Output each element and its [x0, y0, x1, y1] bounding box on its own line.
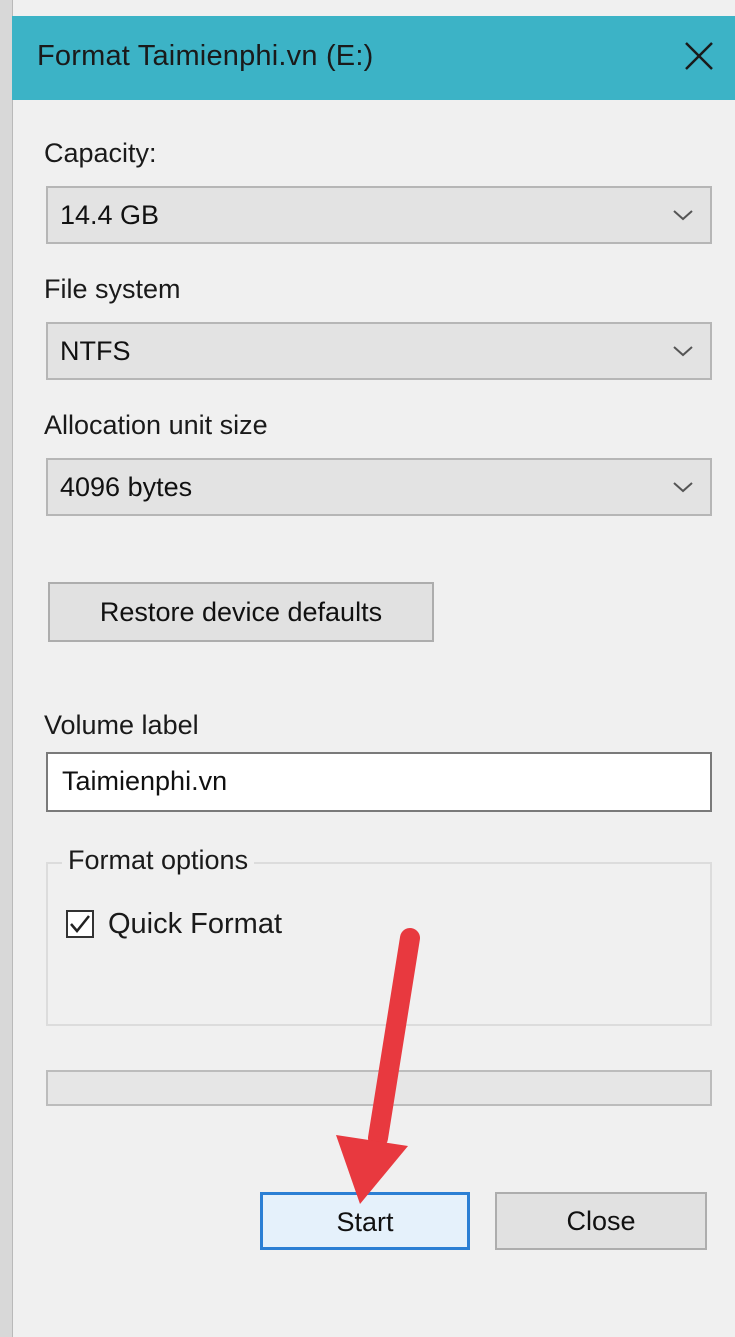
- start-button[interactable]: Start: [260, 1192, 470, 1250]
- file-system-dropdown[interactable]: NTFS: [46, 322, 712, 380]
- quick-format-checkbox[interactable]: [66, 910, 94, 938]
- capacity-label: Capacity:: [44, 138, 157, 168]
- chevron-down-icon: [673, 482, 693, 493]
- chevron-down-icon: [673, 210, 693, 221]
- checkmark-icon: [70, 915, 90, 933]
- format-options-group: Format options Quick Format: [46, 845, 712, 1026]
- close-icon[interactable]: [681, 38, 717, 74]
- format-options-legend: Format options: [62, 845, 255, 876]
- format-dialog: Format Taimienphi.vn (E:) Capacity: 14.4…: [0, 0, 735, 1337]
- volume-label-label: Volume label: [44, 710, 199, 740]
- chevron-down-icon: [673, 346, 693, 357]
- file-system-value: NTFS: [60, 336, 131, 366]
- close-button[interactable]: Close: [495, 1192, 707, 1250]
- capacity-value: 14.4 GB: [60, 200, 160, 230]
- allocation-value: 4096 bytes: [60, 472, 193, 502]
- allocation-label: Allocation unit size: [44, 410, 268, 440]
- allocation-dropdown[interactable]: 4096 bytes: [46, 458, 712, 516]
- window-frame: [0, 0, 13, 1337]
- volume-label-value: Taimienphi.vn: [62, 766, 228, 796]
- quick-format-label[interactable]: Quick Format: [108, 908, 282, 941]
- dialog-title: Format Taimienphi.vn (E:): [37, 40, 374, 72]
- capacity-dropdown[interactable]: 14.4 GB: [46, 186, 712, 244]
- title-bar: Format Taimienphi.vn (E:): [12, 16, 735, 100]
- file-system-label: File system: [44, 274, 181, 304]
- volume-label-input[interactable]: Taimienphi.vn: [46, 752, 712, 812]
- restore-defaults-button[interactable]: Restore device defaults: [48, 582, 434, 642]
- format-progress-bar: [46, 1070, 712, 1106]
